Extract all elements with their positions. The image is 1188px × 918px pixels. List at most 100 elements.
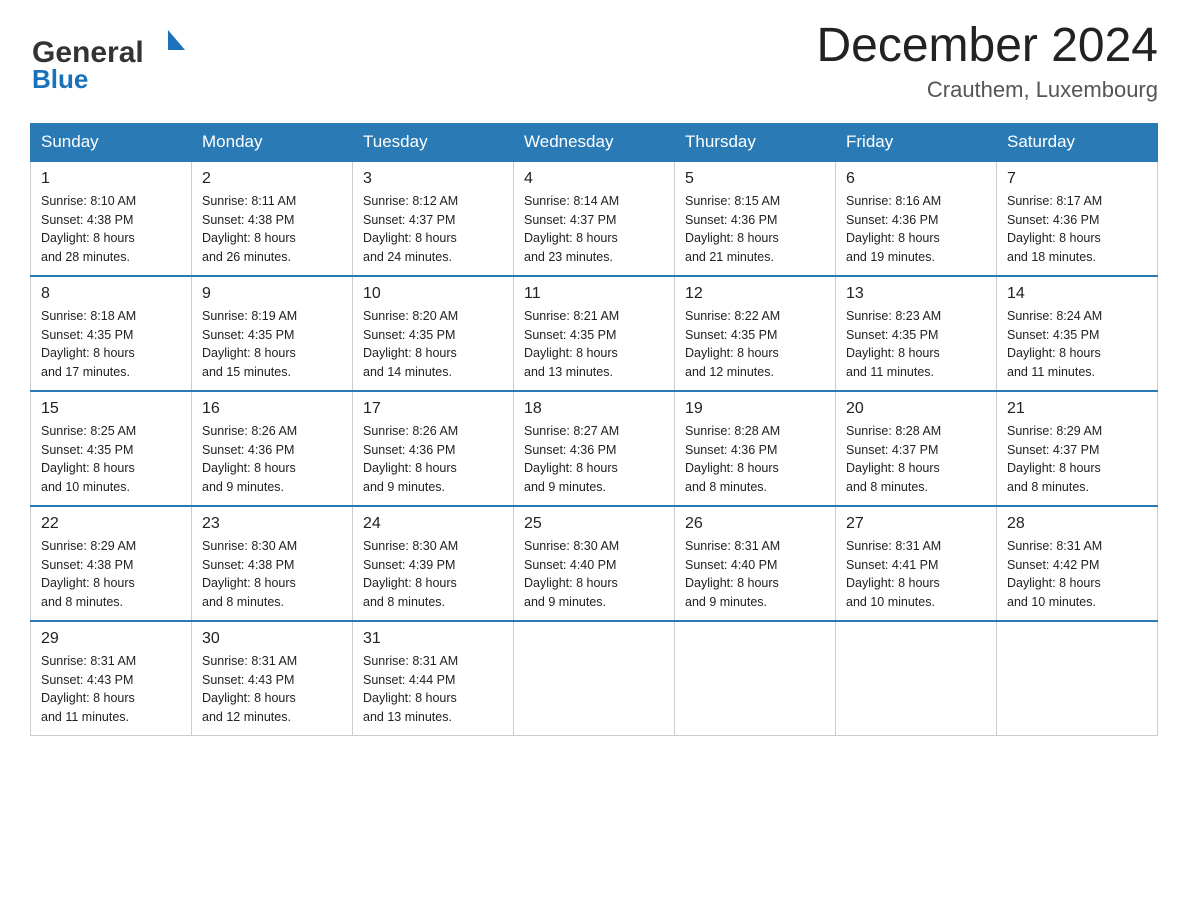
day-info: Sunrise: 8:12 AM Sunset: 4:37 PM Dayligh… bbox=[363, 192, 503, 267]
table-row: 18 Sunrise: 8:27 AM Sunset: 4:36 PM Dayl… bbox=[514, 391, 675, 506]
table-row: 2 Sunrise: 8:11 AM Sunset: 4:38 PM Dayli… bbox=[192, 161, 353, 276]
day-number: 15 bbox=[41, 400, 181, 418]
day-info: Sunrise: 8:30 AM Sunset: 4:40 PM Dayligh… bbox=[524, 537, 664, 612]
table-row: 27 Sunrise: 8:31 AM Sunset: 4:41 PM Dayl… bbox=[836, 506, 997, 621]
calendar-header-row: Sunday Monday Tuesday Wednesday Thursday… bbox=[31, 123, 1158, 161]
table-row: 21 Sunrise: 8:29 AM Sunset: 4:37 PM Dayl… bbox=[997, 391, 1158, 506]
calendar-week-3: 15 Sunrise: 8:25 AM Sunset: 4:35 PM Dayl… bbox=[31, 391, 1158, 506]
day-info: Sunrise: 8:31 AM Sunset: 4:41 PM Dayligh… bbox=[846, 537, 986, 612]
day-info: Sunrise: 8:24 AM Sunset: 4:35 PM Dayligh… bbox=[1007, 307, 1147, 382]
day-number: 30 bbox=[202, 630, 342, 648]
table-row: 24 Sunrise: 8:30 AM Sunset: 4:39 PM Dayl… bbox=[353, 506, 514, 621]
table-row: 17 Sunrise: 8:26 AM Sunset: 4:36 PM Dayl… bbox=[353, 391, 514, 506]
day-info: Sunrise: 8:29 AM Sunset: 4:38 PM Dayligh… bbox=[41, 537, 181, 612]
table-row: 5 Sunrise: 8:15 AM Sunset: 4:36 PM Dayli… bbox=[675, 161, 836, 276]
page-subtitle: Crauthem, Luxembourg bbox=[816, 77, 1158, 103]
table-row bbox=[675, 621, 836, 736]
table-row: 29 Sunrise: 8:31 AM Sunset: 4:43 PM Dayl… bbox=[31, 621, 192, 736]
day-number: 28 bbox=[1007, 515, 1147, 533]
day-number: 25 bbox=[524, 515, 664, 533]
day-number: 13 bbox=[846, 285, 986, 303]
col-friday: Friday bbox=[836, 123, 997, 161]
day-number: 7 bbox=[1007, 170, 1147, 188]
table-row: 15 Sunrise: 8:25 AM Sunset: 4:35 PM Dayl… bbox=[31, 391, 192, 506]
table-row: 30 Sunrise: 8:31 AM Sunset: 4:43 PM Dayl… bbox=[192, 621, 353, 736]
calendar-week-1: 1 Sunrise: 8:10 AM Sunset: 4:38 PM Dayli… bbox=[31, 161, 1158, 276]
calendar-week-4: 22 Sunrise: 8:29 AM Sunset: 4:38 PM Dayl… bbox=[31, 506, 1158, 621]
day-number: 27 bbox=[846, 515, 986, 533]
day-info: Sunrise: 8:30 AM Sunset: 4:39 PM Dayligh… bbox=[363, 537, 503, 612]
table-row: 9 Sunrise: 8:19 AM Sunset: 4:35 PM Dayli… bbox=[192, 276, 353, 391]
logo-svg: General Blue bbox=[30, 20, 190, 95]
day-info: Sunrise: 8:26 AM Sunset: 4:36 PM Dayligh… bbox=[202, 422, 342, 497]
day-number: 12 bbox=[685, 285, 825, 303]
table-row: 6 Sunrise: 8:16 AM Sunset: 4:36 PM Dayli… bbox=[836, 161, 997, 276]
day-info: Sunrise: 8:31 AM Sunset: 4:44 PM Dayligh… bbox=[363, 652, 503, 727]
day-number: 22 bbox=[41, 515, 181, 533]
day-number: 4 bbox=[524, 170, 664, 188]
table-row: 16 Sunrise: 8:26 AM Sunset: 4:36 PM Dayl… bbox=[192, 391, 353, 506]
title-block: December 2024 Crauthem, Luxembourg bbox=[816, 20, 1158, 103]
table-row bbox=[997, 621, 1158, 736]
calendar-week-2: 8 Sunrise: 8:18 AM Sunset: 4:35 PM Dayli… bbox=[31, 276, 1158, 391]
day-info: Sunrise: 8:28 AM Sunset: 4:37 PM Dayligh… bbox=[846, 422, 986, 497]
table-row: 26 Sunrise: 8:31 AM Sunset: 4:40 PM Dayl… bbox=[675, 506, 836, 621]
table-row: 11 Sunrise: 8:21 AM Sunset: 4:35 PM Dayl… bbox=[514, 276, 675, 391]
day-info: Sunrise: 8:17 AM Sunset: 4:36 PM Dayligh… bbox=[1007, 192, 1147, 267]
day-number: 21 bbox=[1007, 400, 1147, 418]
day-info: Sunrise: 8:19 AM Sunset: 4:35 PM Dayligh… bbox=[202, 307, 342, 382]
day-number: 23 bbox=[202, 515, 342, 533]
table-row: 7 Sunrise: 8:17 AM Sunset: 4:36 PM Dayli… bbox=[997, 161, 1158, 276]
day-number: 26 bbox=[685, 515, 825, 533]
table-row: 20 Sunrise: 8:28 AM Sunset: 4:37 PM Dayl… bbox=[836, 391, 997, 506]
day-number: 11 bbox=[524, 285, 664, 303]
day-info: Sunrise: 8:29 AM Sunset: 4:37 PM Dayligh… bbox=[1007, 422, 1147, 497]
day-info: Sunrise: 8:31 AM Sunset: 4:42 PM Dayligh… bbox=[1007, 537, 1147, 612]
col-tuesday: Tuesday bbox=[353, 123, 514, 161]
day-number: 2 bbox=[202, 170, 342, 188]
day-info: Sunrise: 8:30 AM Sunset: 4:38 PM Dayligh… bbox=[202, 537, 342, 612]
day-info: Sunrise: 8:21 AM Sunset: 4:35 PM Dayligh… bbox=[524, 307, 664, 382]
day-number: 3 bbox=[363, 170, 503, 188]
day-info: Sunrise: 8:25 AM Sunset: 4:35 PM Dayligh… bbox=[41, 422, 181, 497]
day-number: 14 bbox=[1007, 285, 1147, 303]
day-number: 24 bbox=[363, 515, 503, 533]
calendar-week-5: 29 Sunrise: 8:31 AM Sunset: 4:43 PM Dayl… bbox=[31, 621, 1158, 736]
table-row bbox=[836, 621, 997, 736]
day-number: 6 bbox=[846, 170, 986, 188]
table-row bbox=[514, 621, 675, 736]
day-number: 9 bbox=[202, 285, 342, 303]
svg-text:Blue: Blue bbox=[32, 64, 88, 94]
day-info: Sunrise: 8:11 AM Sunset: 4:38 PM Dayligh… bbox=[202, 192, 342, 267]
day-info: Sunrise: 8:31 AM Sunset: 4:40 PM Dayligh… bbox=[685, 537, 825, 612]
table-row: 1 Sunrise: 8:10 AM Sunset: 4:38 PM Dayli… bbox=[31, 161, 192, 276]
day-info: Sunrise: 8:16 AM Sunset: 4:36 PM Dayligh… bbox=[846, 192, 986, 267]
table-row: 19 Sunrise: 8:28 AM Sunset: 4:36 PM Dayl… bbox=[675, 391, 836, 506]
table-row: 3 Sunrise: 8:12 AM Sunset: 4:37 PM Dayli… bbox=[353, 161, 514, 276]
page-header: General Blue December 2024 Crauthem, Lux… bbox=[30, 20, 1158, 103]
day-number: 19 bbox=[685, 400, 825, 418]
table-row: 14 Sunrise: 8:24 AM Sunset: 4:35 PM Dayl… bbox=[997, 276, 1158, 391]
table-row: 13 Sunrise: 8:23 AM Sunset: 4:35 PM Dayl… bbox=[836, 276, 997, 391]
day-info: Sunrise: 8:27 AM Sunset: 4:36 PM Dayligh… bbox=[524, 422, 664, 497]
day-number: 31 bbox=[363, 630, 503, 648]
col-thursday: Thursday bbox=[675, 123, 836, 161]
day-info: Sunrise: 8:15 AM Sunset: 4:36 PM Dayligh… bbox=[685, 192, 825, 267]
table-row: 28 Sunrise: 8:31 AM Sunset: 4:42 PM Dayl… bbox=[997, 506, 1158, 621]
table-row: 12 Sunrise: 8:22 AM Sunset: 4:35 PM Dayl… bbox=[675, 276, 836, 391]
page-title: December 2024 bbox=[816, 20, 1158, 73]
day-number: 16 bbox=[202, 400, 342, 418]
day-info: Sunrise: 8:31 AM Sunset: 4:43 PM Dayligh… bbox=[202, 652, 342, 727]
day-number: 17 bbox=[363, 400, 503, 418]
day-info: Sunrise: 8:31 AM Sunset: 4:43 PM Dayligh… bbox=[41, 652, 181, 727]
day-number: 20 bbox=[846, 400, 986, 418]
day-info: Sunrise: 8:18 AM Sunset: 4:35 PM Dayligh… bbox=[41, 307, 181, 382]
calendar-table: Sunday Monday Tuesday Wednesday Thursday… bbox=[30, 123, 1158, 736]
day-number: 1 bbox=[41, 170, 181, 188]
table-row: 4 Sunrise: 8:14 AM Sunset: 4:37 PM Dayli… bbox=[514, 161, 675, 276]
table-row: 31 Sunrise: 8:31 AM Sunset: 4:44 PM Dayl… bbox=[353, 621, 514, 736]
logo: General Blue bbox=[30, 20, 190, 95]
day-number: 5 bbox=[685, 170, 825, 188]
day-number: 18 bbox=[524, 400, 664, 418]
day-info: Sunrise: 8:20 AM Sunset: 4:35 PM Dayligh… bbox=[363, 307, 503, 382]
